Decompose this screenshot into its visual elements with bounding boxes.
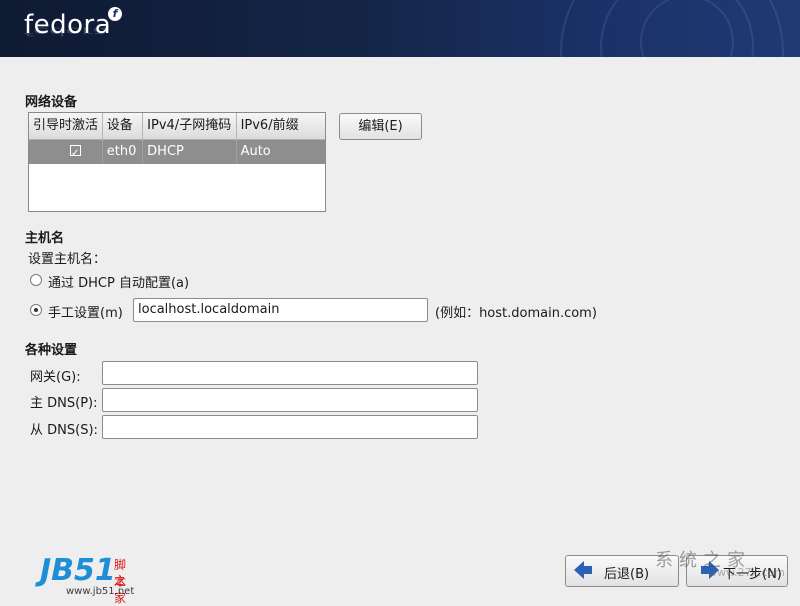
column-header-onboot[interactable]: 引导时激活 xyxy=(29,113,103,139)
dhcp-radio[interactable] xyxy=(30,274,42,286)
table-header: 引导时激活 设备 IPv4/子网掩码 IPv6/前缀 xyxy=(29,113,325,140)
misc-settings-title: 各种设置 xyxy=(25,343,78,358)
edit-button[interactable]: 编辑(E) xyxy=(339,113,422,140)
onboot-cell: ✓ xyxy=(29,140,103,164)
jb51-logo: JB51 xyxy=(40,553,116,588)
column-header-device[interactable]: 设备 xyxy=(103,113,144,139)
watermark-url: www.jb51.net xyxy=(66,586,135,597)
fedora-infinity-icon: f xyxy=(108,7,122,21)
onboot-checkbox[interactable]: ✓ xyxy=(70,145,81,159)
primary-dns-label: 主 DNS(P): xyxy=(30,396,98,411)
primary-dns-input[interactable] xyxy=(102,388,478,412)
hostname-example: (例如：host.domain.com) xyxy=(435,306,597,321)
secondary-dns-label: 从 DNS(S): xyxy=(30,423,98,438)
check-icon: ✓ xyxy=(71,148,80,159)
column-header-ipv6[interactable]: IPv6/前缀 xyxy=(237,113,325,139)
hostname-input[interactable]: localhost.localdomain xyxy=(133,298,428,322)
device-cell: eth0 xyxy=(103,140,144,164)
decorative-arc xyxy=(640,0,734,57)
ipv6-cell: Auto xyxy=(240,144,271,159)
ipv4-cell: DHCP xyxy=(143,140,237,164)
secondary-dns-input[interactable] xyxy=(102,415,478,439)
back-button-label: 后退(B) xyxy=(604,567,650,582)
system-home-url-watermark: www.27k.com xyxy=(708,566,785,579)
table-row[interactable]: ✓ eth0 DHCP Auto xyxy=(29,140,325,164)
gateway-input[interactable] xyxy=(102,361,478,385)
network-devices-table[interactable]: 引导时激活 设备 IPv4/子网掩码 IPv6/前缀 ✓ eth0 DHCP A… xyxy=(28,112,326,212)
hostname-title: 主机名 xyxy=(25,231,65,246)
back-arrow-icon xyxy=(574,561,592,579)
hostname-subtitle: 设置主机名： xyxy=(28,252,107,267)
fedora-logo-reflection: fedora xyxy=(24,24,109,39)
network-devices-title: 网络设备 xyxy=(25,95,78,110)
column-header-ipv4[interactable]: IPv4/子网掩码 xyxy=(143,113,237,139)
dhcp-option-label[interactable]: 通过 DHCP 自动配置(a) xyxy=(48,272,189,291)
manual-radio[interactable] xyxy=(30,304,42,316)
gateway-label: 网关(G): xyxy=(30,370,81,385)
jb51-watermark: JB51 脚本 之家 www.jb51.net xyxy=(40,553,134,606)
header-banner: fedora f fedora xyxy=(0,0,800,57)
manual-option-label[interactable]: 手工设置(m) xyxy=(48,302,123,321)
